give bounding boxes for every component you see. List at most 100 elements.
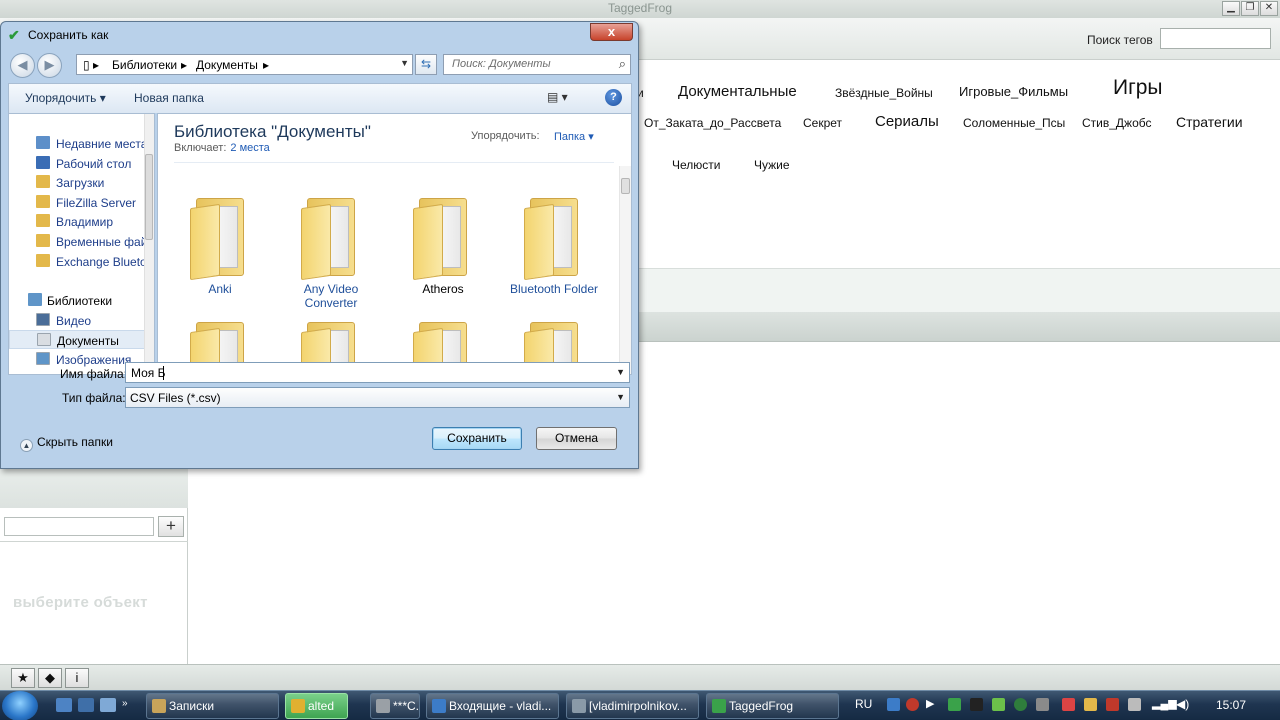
- tag-item[interactable]: Челюсти: [672, 158, 720, 172]
- clock[interactable]: 15:07: [1216, 698, 1246, 712]
- chevron-right-icon[interactable]: »: [122, 698, 138, 712]
- tray-app-icon[interactable]: [1036, 698, 1049, 711]
- nav-item[interactable]: Видео: [9, 311, 149, 330]
- folder-item[interactable]: Atheros: [395, 188, 491, 298]
- tray-app-icon[interactable]: [992, 698, 1005, 711]
- object-panel-header: [0, 468, 188, 508]
- nav-item[interactable]: Рабочий стол: [9, 154, 149, 173]
- file-type-select[interactable]: CSV Files (*.csv) ▼: [125, 387, 630, 408]
- taskbar-item[interactable]: Записки: [146, 693, 279, 719]
- info-icon[interactable]: i: [65, 668, 89, 688]
- hide-folders-toggle[interactable]: ▲ Скрыть папки: [20, 435, 113, 452]
- nav-item[interactable]: Exchange Bluetooth: [9, 252, 149, 271]
- signal-icon[interactable]: ▂▄▆: [1152, 698, 1177, 711]
- refresh-icon[interactable]: ⇆: [415, 54, 437, 75]
- tray-app-icon[interactable]: [887, 698, 900, 711]
- tag-item[interactable]: Стратегии: [1176, 114, 1243, 130]
- record-icon[interactable]: [906, 698, 919, 711]
- check-icon[interactable]: [948, 698, 961, 711]
- search-input[interactable]: Поиск: Документы ⌕: [443, 54, 631, 75]
- nav-item-label: Изображения: [56, 353, 132, 367]
- flag-icon[interactable]: [1062, 698, 1075, 711]
- taskbar-item[interactable]: TaggedFrog: [706, 693, 839, 719]
- tag-item[interactable]: Чужие: [754, 158, 790, 172]
- content-scrollbar[interactable]: [619, 166, 631, 374]
- tag-item[interactable]: Сериалы: [875, 113, 939, 130]
- help-icon[interactable]: ?: [605, 89, 622, 106]
- view-options-button[interactable]: ▤ ▾: [547, 90, 568, 104]
- dialog-close-button[interactable]: x: [590, 23, 633, 41]
- tag-item[interactable]: Документальные: [678, 83, 797, 100]
- taskbar-item[interactable]: Входящие - vladi...: [426, 693, 559, 719]
- nav-item[interactable]: Владимир: [9, 212, 149, 231]
- folder-icon: [36, 214, 50, 228]
- breadcrumb-libraries[interactable]: Библиотеки: [112, 58, 177, 72]
- folder-item[interactable]: Anki: [172, 188, 268, 298]
- volume-icon[interactable]: ◀): [1176, 698, 1189, 711]
- folder-label: Bluetooth Folder: [509, 282, 599, 296]
- play-icon[interactable]: ▶: [926, 698, 939, 711]
- scrollbar-thumb[interactable]: [621, 178, 630, 194]
- star-icon[interactable]: ★: [11, 668, 35, 688]
- shield-icon[interactable]: [1014, 698, 1027, 711]
- language-indicator[interactable]: RU: [855, 697, 872, 711]
- folder-label: Any Video Converter: [303, 282, 359, 310]
- tag-item[interactable]: От_Заката_до_Рассвета: [644, 116, 781, 130]
- scrollbar-thumb[interactable]: [145, 154, 153, 240]
- taskbar-item[interactable]: ***C...: [370, 693, 420, 719]
- chevron-right-icon[interactable]: ▸: [263, 58, 269, 72]
- folder-item[interactable]: Any Video Converter: [283, 188, 379, 310]
- app-icon: [432, 699, 446, 713]
- chevron-down-icon[interactable]: ▼: [616, 367, 625, 377]
- window-switch-icon[interactable]: [78, 698, 94, 712]
- nav-item[interactable]: Загрузки: [9, 173, 149, 192]
- tag-item[interactable]: Игры: [1113, 76, 1163, 100]
- tray-app-icon[interactable]: [1106, 698, 1119, 711]
- taskbar-item[interactable]: alted: [285, 693, 348, 719]
- arrange-by-dropdown[interactable]: Папка ▾: [554, 130, 594, 143]
- new-folder-button[interactable]: Новая папка: [134, 91, 204, 105]
- file-name-input[interactable]: Моя Б ▼: [125, 362, 630, 383]
- tag-item[interactable]: Звёздные_Войны: [835, 86, 933, 100]
- object-filter-input[interactable]: [4, 517, 154, 536]
- tray-app-icon[interactable]: [970, 698, 983, 711]
- nav-item[interactable]: Документы: [9, 330, 149, 350]
- includes-locations-link[interactable]: 2 места: [230, 142, 269, 154]
- back-arrow-icon[interactable]: ◀: [10, 53, 35, 78]
- address-bar[interactable]: ▯ ▸ Библиотеки ▸ Документы ▸ ▼: [76, 54, 413, 75]
- tag-item[interactable]: Стив_Джобс: [1082, 116, 1151, 130]
- close-window-button[interactable]: ✕: [1260, 1, 1278, 16]
- taskbar-item[interactable]: [vladimirpolnikov...: [566, 693, 699, 719]
- organize-button[interactable]: Упорядочить ▾: [25, 91, 106, 105]
- cancel-button[interactable]: Отмена: [536, 427, 617, 450]
- chevron-down-icon[interactable]: ▼: [616, 392, 625, 402]
- tray-app-icon[interactable]: [1084, 698, 1097, 711]
- nav-item[interactable]: FileZilla Server: [9, 193, 149, 212]
- minimize-button[interactable]: ▁: [1222, 1, 1240, 16]
- tag-item[interactable]: Соломенные_Псы: [963, 116, 1065, 130]
- folder-label: Anki: [208, 282, 232, 296]
- tag-search-input[interactable]: [1160, 28, 1271, 49]
- desktop-icon[interactable]: [56, 698, 72, 712]
- nav-item[interactable]: Временные файлы: [9, 232, 149, 251]
- chevron-down-icon[interactable]: ▼: [400, 58, 409, 68]
- folder-item[interactable]: Bluetooth Folder: [506, 188, 602, 298]
- taskbar-item-label: alted: [308, 699, 335, 713]
- save-button[interactable]: Сохранить: [432, 427, 522, 450]
- tag-item[interactable]: Игровые_Фильмы: [959, 84, 1068, 99]
- navigation-scrollbar[interactable]: [144, 114, 154, 374]
- tray-app-icon[interactable]: [1128, 698, 1141, 711]
- explorer-icon[interactable]: [100, 698, 116, 712]
- chevron-right-icon[interactable]: ▸: [181, 58, 187, 72]
- forward-arrow-icon[interactable]: ▶: [37, 53, 62, 78]
- maximize-button[interactable]: ❐: [1241, 1, 1259, 16]
- tag-icon[interactable]: ◆: [38, 668, 62, 688]
- nav-libraries-header[interactable]: Библиотеки: [9, 291, 149, 310]
- start-button[interactable]: [2, 691, 38, 720]
- nav-item-label: Видео: [56, 313, 92, 328]
- breadcrumb-documents[interactable]: Документы: [196, 58, 258, 72]
- nav-item[interactable]: Недавние места: [9, 134, 149, 153]
- tag-item[interactable]: Секрет: [803, 116, 842, 130]
- window-controls: ▁ ❐ ✕: [1222, 1, 1278, 16]
- add-object-button[interactable]: +: [158, 516, 184, 537]
